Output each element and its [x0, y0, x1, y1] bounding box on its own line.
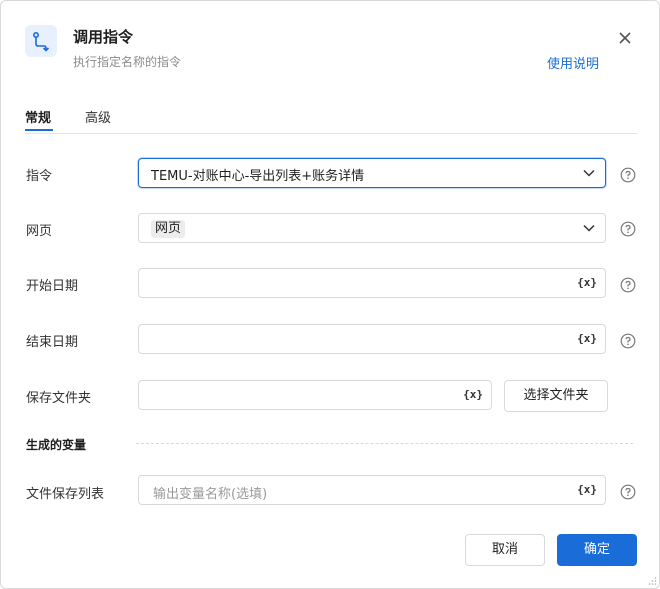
tab-general[interactable]: 常规 — [25, 107, 51, 126]
webpage-tag: 网页 — [151, 220, 186, 238]
route-icon — [25, 25, 57, 57]
end-date-input[interactable]: {x} — [138, 324, 606, 354]
cancel-button[interactable]: 取消 — [465, 534, 545, 566]
file-list-placeholder: 输出变量名称(选填) — [153, 487, 268, 502]
help-icon[interactable] — [620, 167, 636, 183]
start-date-input[interactable]: {x} — [138, 268, 606, 298]
confirm-button[interactable]: 确定 — [557, 534, 637, 566]
tab-bar: 常规 高级 — [25, 105, 637, 134]
section-divider — [136, 443, 633, 444]
command-label: 指令 — [26, 169, 53, 184]
save-folder-input[interactable]: {x} — [138, 380, 492, 410]
file-list-output-input[interactable]: 输出变量名称(选填) {x} — [138, 475, 606, 505]
chevron-down-icon — [583, 169, 595, 177]
command-select[interactable]: TEMU-对账中心-导出列表+账务详情 — [138, 158, 606, 188]
command-value: TEMU-对账中心-导出列表+账务详情 — [151, 169, 365, 184]
help-icon[interactable] — [620, 333, 636, 349]
insert-variable-button[interactable]: {x} — [577, 332, 597, 345]
insert-variable-button[interactable]: {x} — [463, 388, 483, 401]
help-link[interactable]: 使用说明 — [547, 53, 599, 72]
dialog-subtitle: 执行指定名称的指令 — [73, 55, 182, 69]
insert-variable-button[interactable]: {x} — [577, 483, 597, 496]
generated-variables-heading: 生成的变量 — [26, 438, 87, 452]
end-date-label: 结束日期 — [26, 335, 79, 350]
help-icon[interactable] — [620, 221, 636, 237]
save-folder-label: 保存文件夹 — [26, 391, 92, 406]
select-folder-button[interactable]: 选择文件夹 — [504, 380, 608, 412]
file-list-label: 文件保存列表 — [26, 487, 105, 502]
help-icon[interactable] — [620, 484, 636, 500]
invoke-command-dialog: 调用指令 执行指定名称的指令 使用说明 常规 高级 指令 TEMU-对账中心-导… — [0, 0, 660, 589]
insert-variable-button[interactable]: {x} — [577, 276, 597, 289]
help-icon[interactable] — [620, 277, 636, 293]
dialog-title: 调用指令 — [73, 28, 134, 46]
active-tab-indicator — [25, 129, 53, 131]
webpage-select[interactable]: 网页 — [138, 213, 606, 243]
chevron-down-icon — [583, 224, 595, 232]
tab-advanced[interactable]: 高级 — [85, 107, 111, 126]
resize-grip-icon[interactable] — [647, 576, 657, 586]
webpage-label: 网页 — [26, 224, 53, 239]
start-date-label: 开始日期 — [26, 279, 79, 294]
close-icon[interactable] — [614, 27, 636, 49]
